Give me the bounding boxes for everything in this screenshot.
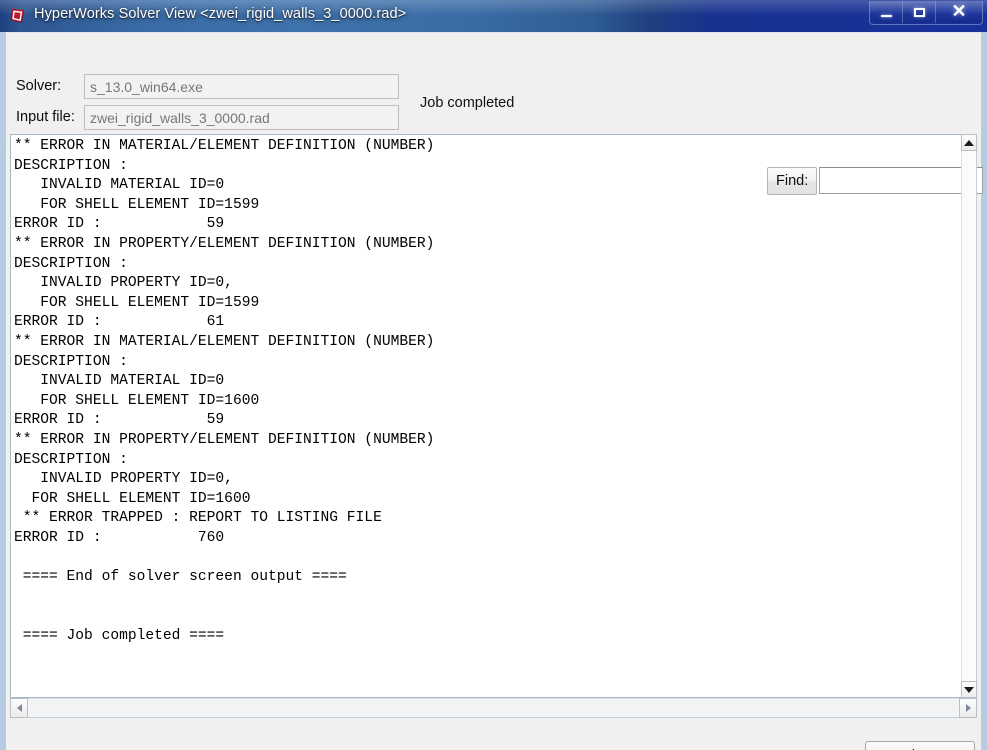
scroll-left-button[interactable]: [10, 698, 28, 718]
window-title: HyperWorks Solver View <zwei_rigid_walls…: [34, 6, 407, 22]
minimize-icon: [880, 14, 892, 17]
close-window-button[interactable]: ✕: [936, 1, 982, 23]
scroll-down-button[interactable]: [961, 681, 977, 698]
solver-label: Solver:: [16, 78, 62, 94]
hyperworks-solver-view-window: HyperWorks Solver View <zwei_rigid_walls…: [0, 0, 987, 750]
input-file-field[interactable]: zwei_rigid_walls_3_0000.rad: [84, 105, 399, 130]
find-button[interactable]: Find:: [767, 167, 818, 195]
title-bar[interactable]: HyperWorks Solver View <zwei_rigid_walls…: [0, 0, 987, 32]
footer-bar: View Close: [6, 732, 981, 750]
solver-field[interactable]: s_13.0_win64.exe: [84, 74, 399, 99]
scroll-up-button[interactable]: [961, 134, 977, 151]
scroll-right-icon: [965, 704, 971, 712]
input-file-label: Input file:: [16, 109, 75, 125]
scroll-left-icon: [16, 704, 22, 712]
maximize-button[interactable]: [903, 1, 936, 23]
maximize-icon: [913, 7, 925, 17]
vertical-scroll-track[interactable]: [962, 151, 976, 681]
job-status-text: Job completed: [420, 95, 515, 111]
scroll-up-icon: [964, 139, 974, 146]
job-info-panel: Solver: s_13.0_win64.exe Input file: zwe…: [6, 33, 981, 159]
scroll-right-button[interactable]: [959, 698, 977, 718]
find-bar: Find:: [767, 167, 984, 195]
solver-output-text: ** ERROR IN MATERIAL/ELEMENT DEFINITION …: [14, 138, 435, 644]
console-horizontal-scrollbar[interactable]: [10, 698, 977, 718]
minimize-button[interactable]: [870, 1, 903, 23]
console-area: ** ERROR IN MATERIAL/ELEMENT DEFINITION …: [10, 134, 984, 731]
solver-output-console[interactable]: ** ERROR IN MATERIAL/ELEMENT DEFINITION …: [10, 134, 961, 698]
find-input[interactable]: [819, 167, 984, 194]
hyperworks-logo-icon: [9, 7, 27, 25]
scroll-down-icon: [964, 686, 974, 693]
window-controls: ✕: [869, 1, 983, 25]
horizontal-scroll-track[interactable]: [29, 699, 958, 717]
close-icon: ✕: [951, 1, 967, 21]
dialog-body: Solver: s_13.0_win64.exe Input file: zwe…: [6, 33, 984, 750]
close-button[interactable]: Close: [865, 741, 975, 750]
console-vertical-scrollbar[interactable]: [961, 134, 977, 698]
